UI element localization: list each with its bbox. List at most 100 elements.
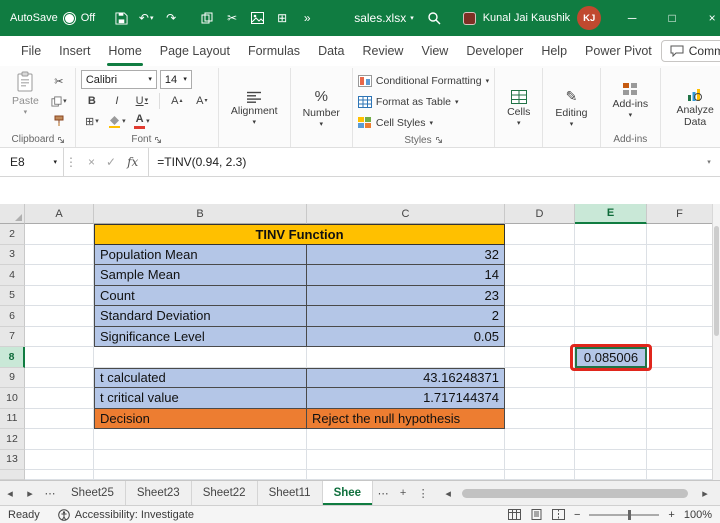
page-layout-view-button[interactable] (530, 509, 543, 520)
cell-E4[interactable] (575, 265, 647, 286)
tab-review[interactable]: Review (353, 36, 412, 66)
editing-button[interactable]: ✎ Editing ▾ (548, 69, 594, 147)
cell-E14[interactable] (575, 470, 647, 480)
comments-button[interactable]: Comments (660, 40, 720, 62)
insert-function-button[interactable]: fx (127, 155, 138, 169)
tab-file[interactable]: File (12, 36, 50, 66)
cell-C11[interactable]: Reject the null hypothesis (307, 408, 505, 429)
number-button[interactable]: % Number ▾ (296, 69, 347, 147)
copy-icon-button[interactable] (197, 6, 217, 30)
cell-D4[interactable] (505, 265, 575, 286)
cell-B3[interactable]: Population Mean (94, 244, 307, 265)
tab-sheet25[interactable]: Sheet25 (60, 481, 126, 505)
cell-B2-merged-title[interactable]: TINV Function (94, 224, 505, 245)
zoom-slider[interactable] (589, 509, 660, 520)
col-header-E[interactable]: E (575, 204, 647, 224)
zoom-slider-thumb[interactable] (627, 509, 631, 520)
font-size-select[interactable]: 14 ▾ (159, 70, 192, 89)
cut-icon-button[interactable]: ✂ (222, 6, 242, 30)
cell-A9[interactable] (25, 367, 94, 388)
tab-home[interactable]: Home (99, 36, 150, 66)
tab-page-layout[interactable]: Page Layout (151, 36, 239, 66)
redo-button[interactable]: ↷ (161, 6, 181, 30)
cell-F3[interactable] (647, 244, 712, 265)
cell-C10[interactable]: 1.717144374 (307, 388, 505, 409)
cell-F4[interactable] (647, 265, 712, 286)
name-box[interactable]: E8 ▾ (0, 148, 64, 176)
account-area[interactable]: Kunal Jai Kaushik KJ (462, 6, 602, 30)
maximize-button[interactable]: □ (652, 0, 692, 36)
page-break-view-button[interactable] (551, 509, 565, 520)
cell-D3[interactable] (505, 244, 575, 265)
row-header-8[interactable]: 8 (0, 347, 25, 368)
cell-F10[interactable] (647, 388, 712, 409)
cell-F8[interactable] (647, 347, 712, 368)
horizontal-scrollbar-track[interactable] (459, 487, 694, 500)
cell-C6[interactable]: 2 (307, 306, 505, 327)
cell-E9[interactable] (575, 367, 647, 388)
cell-A6[interactable] (25, 306, 94, 327)
cell-B12[interactable] (94, 429, 307, 450)
prev-sheet-button[interactable]: ◂ (0, 481, 20, 505)
cell-C5[interactable]: 23 (307, 285, 505, 306)
zoom-in-button[interactable]: + (668, 509, 674, 521)
cell-D6[interactable] (505, 306, 575, 327)
underline-button[interactable]: U ▾ (131, 92, 153, 110)
cell-A10[interactable] (25, 388, 94, 409)
cell-C7[interactable]: 0.05 (307, 326, 505, 347)
select-all-button[interactable] (0, 204, 25, 224)
cell-A14[interactable] (25, 470, 94, 480)
format-as-table-button[interactable]: Format as Table ▾ (357, 92, 459, 112)
cell-A5[interactable] (25, 285, 94, 306)
cell-D2[interactable] (505, 224, 575, 245)
cell-A11[interactable] (25, 408, 94, 429)
cell-styles-button[interactable]: Cell Styles ▾ (357, 113, 433, 133)
copy-button[interactable]: ▾ (48, 92, 70, 110)
cell-F11[interactable] (647, 408, 712, 429)
cell-C4[interactable]: 14 (307, 265, 505, 286)
cell-F5[interactable] (647, 285, 712, 306)
dialog-launcher-icon[interactable] (435, 136, 443, 144)
cell-E10[interactable] (575, 388, 647, 409)
cell-B9[interactable]: t calculated (94, 367, 307, 388)
document-title[interactable]: sales.xlsx ▾ (354, 11, 414, 25)
cell-B5[interactable]: Count (94, 285, 307, 306)
table-icon-button[interactable]: ⊞ (272, 6, 292, 30)
cell-D14[interactable] (505, 470, 575, 480)
row-header-2[interactable]: 2 (0, 224, 25, 245)
col-header-C[interactable]: C (307, 204, 505, 224)
format-painter-button[interactable] (48, 112, 70, 130)
row-header-13[interactable]: 13 (0, 449, 25, 470)
cell-E12[interactable] (575, 429, 647, 450)
row-header-11[interactable]: 11 (0, 408, 25, 429)
cell-C14[interactable] (307, 470, 505, 480)
qat-overflow-button[interactable]: » (297, 6, 317, 30)
cell-A4[interactable] (25, 265, 94, 286)
cell-A3[interactable] (25, 244, 94, 265)
horizontal-scrollbar-thumb[interactable] (462, 488, 688, 498)
cell-F9[interactable] (647, 367, 712, 388)
cut-button[interactable]: ✂ (48, 72, 70, 90)
cell-D11[interactable] (505, 408, 575, 429)
dialog-launcher-icon[interactable] (154, 136, 162, 144)
tab-options-button[interactable]: ⋮ (413, 481, 433, 505)
addins-button[interactable]: Add-ins ▾ (606, 69, 656, 132)
cell-B6[interactable]: Standard Deviation (94, 306, 307, 327)
italic-button[interactable]: I (106, 92, 128, 110)
grow-font-button[interactable]: A ▴ (166, 92, 188, 110)
undo-button[interactable]: ↶ ▾ (136, 6, 156, 30)
col-header-B[interactable]: B (94, 204, 307, 224)
zoom-level[interactable]: 100% (684, 509, 712, 521)
cell-C8[interactable] (307, 347, 505, 368)
row-header-5[interactable]: 5 (0, 285, 25, 306)
tab-view[interactable]: View (412, 36, 457, 66)
cell-A2[interactable] (25, 224, 94, 245)
cell-E6[interactable] (575, 306, 647, 327)
row-header-10[interactable]: 10 (0, 388, 25, 409)
cell-B11[interactable]: Decision (94, 408, 307, 429)
font-name-select[interactable]: Calibri ▾ (80, 70, 157, 89)
tab-formulas[interactable]: Formulas (239, 36, 309, 66)
cell-E3[interactable] (575, 244, 647, 265)
horizontal-scrollbar[interactable]: ◂ ▸ (438, 481, 715, 505)
add-sheet-button[interactable]: + (393, 481, 413, 505)
